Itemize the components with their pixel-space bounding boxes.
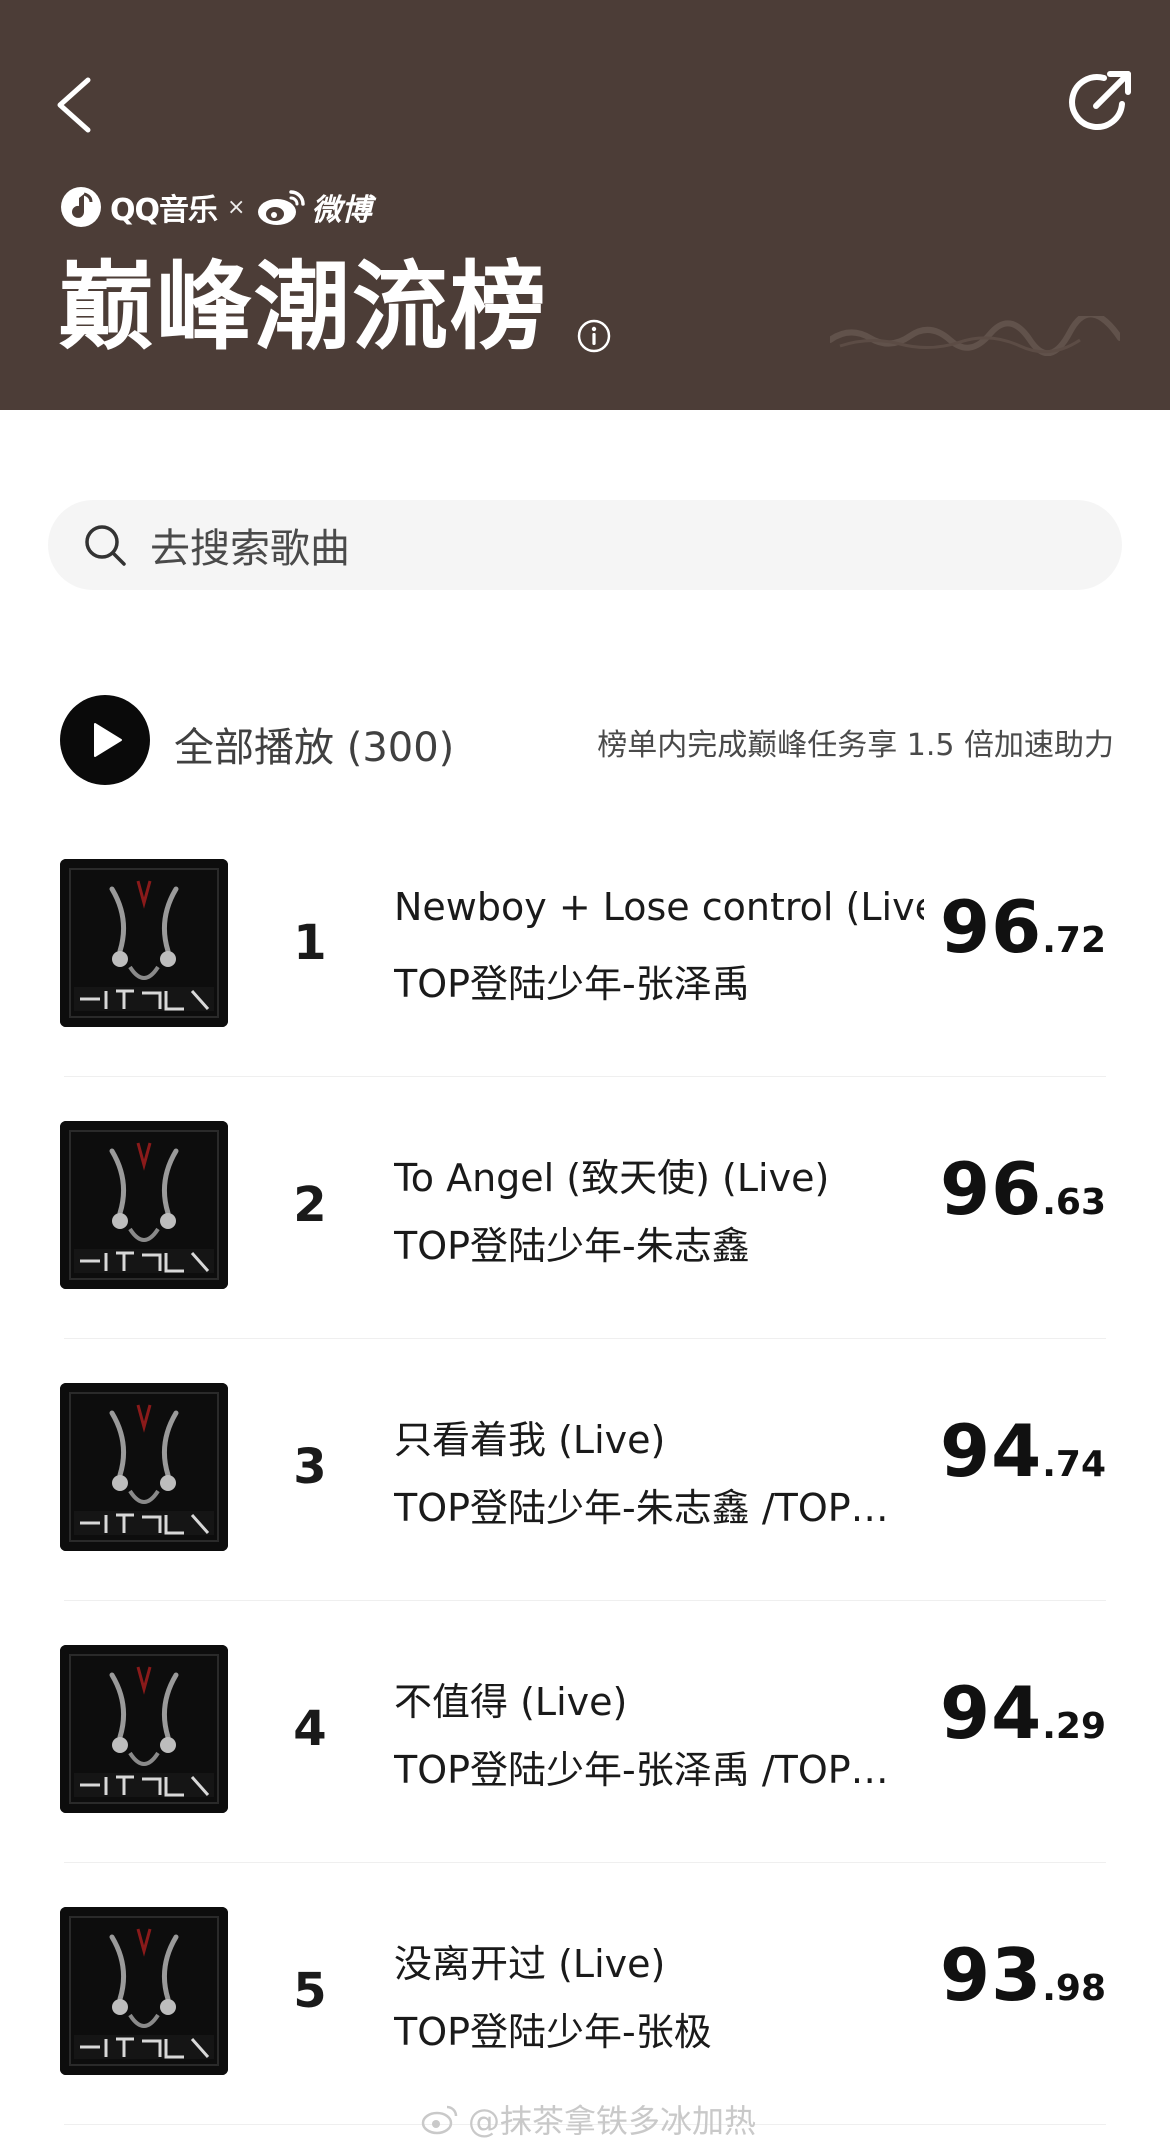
song-artist: TOP登陆少年-朱志鑫 /TOP… <box>394 1486 889 1530</box>
list-item[interactable]: 3 只看着我 (Live) TOP登陆少年-朱志鑫 /TOP… 94.74 <box>0 1339 1170 1601</box>
boost-note: 榜单内完成巅峰任务享 1.5 倍加速助力 <box>597 728 1114 763</box>
weibo-logo-icon <box>258 190 306 225</box>
song-score: 94.29 <box>940 1671 1106 1755</box>
score-decimal: .63 <box>1042 1182 1106 1223</box>
qq-music-brand-text: QQ音乐 <box>110 193 218 228</box>
play-all-label[interactable]: 全部播放 (300) <box>174 715 454 773</box>
weibo-watermark-icon <box>421 2105 458 2135</box>
rank-number: 5 <box>293 1963 327 2019</box>
share-arrow-icon <box>1069 71 1131 131</box>
score-integer: 96 <box>940 1147 1043 1231</box>
chart-header: QQ音乐 × 微博 巅峰潮流榜 <box>0 0 1170 410</box>
brand-separator: × <box>227 194 246 220</box>
weibo-brand-text: 微博 <box>311 193 372 228</box>
song-score: 96.72 <box>940 885 1106 969</box>
song-title: To Angel (致天使) (Live) <box>394 1156 830 1200</box>
search-input[interactable]: 去搜索歌曲 <box>48 500 1122 590</box>
share-button[interactable] <box>1066 66 1136 136</box>
score-integer: 94 <box>940 1409 1043 1493</box>
search-placeholder: 去搜索歌曲 <box>150 526 350 572</box>
song-title: 只看着我 (Live) <box>394 1418 666 1462</box>
song-score: 93.98 <box>940 1933 1106 2017</box>
song-score: 94.74 <box>940 1409 1106 1493</box>
song-artist: TOP登陆少年-张极 <box>394 2010 712 2054</box>
album-cover[interactable] <box>60 859 228 1027</box>
play-icon <box>94 723 122 757</box>
watermark-text: @抹茶拿铁多冰加热 <box>468 2102 757 2140</box>
list-item[interactable]: 5 没离开过 (Live) TOP登陆少年-张极 93.98 <box>0 1863 1170 2125</box>
watermark: @抹茶拿铁多冰加热 <box>420 2096 756 2142</box>
rank-number: 1 <box>293 915 327 971</box>
list-item[interactable]: 1 Newboy + Lose control (Live) TOP登陆少年-张… <box>0 815 1170 1077</box>
page-title: 巅峰潮流榜 <box>58 251 548 363</box>
score-integer: 93 <box>940 1933 1043 2017</box>
rank-number: 2 <box>293 1177 327 1233</box>
play-all-button[interactable] <box>60 695 150 785</box>
score-decimal: .98 <box>1042 1968 1106 2009</box>
rank-number: 4 <box>293 1701 327 1757</box>
album-cover[interactable] <box>60 1907 228 2075</box>
header-decoration <box>830 316 1120 356</box>
score-decimal: .74 <box>1042 1444 1106 1485</box>
qq-music-logo-icon <box>61 187 101 227</box>
song-list: 1 Newboy + Lose control (Live) TOP登陆少年-张… <box>0 815 1170 2125</box>
album-cover[interactable] <box>60 1121 228 1289</box>
play-all-row: 全部播放 (300) 榜单内完成巅峰任务享 1.5 倍加速助力 <box>60 695 1114 785</box>
chevron-left-icon <box>57 77 91 133</box>
song-title: Newboy + Lose control (Live) <box>394 885 924 929</box>
song-title: 不值得 (Live) <box>394 1680 628 1724</box>
song-score: 96.63 <box>940 1147 1106 1231</box>
list-item[interactable]: 2 To Angel (致天使) (Live) TOP登陆少年-朱志鑫 96.6… <box>0 1077 1170 1339</box>
list-item[interactable]: 4 不值得 (Live) TOP登陆少年-张泽禹 /TOP… 94.29 <box>0 1601 1170 1863</box>
album-cover[interactable] <box>60 1645 228 1813</box>
back-button[interactable] <box>48 70 104 140</box>
score-integer: 94 <box>940 1671 1043 1755</box>
song-title: 没离开过 (Live) <box>394 1942 666 1986</box>
score-decimal: .72 <box>1042 920 1106 961</box>
album-cover[interactable] <box>60 1383 228 1551</box>
rank-number: 3 <box>293 1439 327 1495</box>
info-icon[interactable] <box>576 318 612 354</box>
score-decimal: .29 <box>1042 1706 1106 1747</box>
song-artist: TOP登陆少年-张泽禹 /TOP… <box>394 1748 889 1792</box>
search-icon <box>85 525 126 566</box>
song-artist: TOP登陆少年-张泽禹 <box>394 962 750 1006</box>
song-artist: TOP登陆少年-朱志鑫 <box>394 1224 750 1268</box>
brand-logos: QQ音乐 × 微博 <box>60 182 371 232</box>
score-integer: 96 <box>940 885 1043 969</box>
